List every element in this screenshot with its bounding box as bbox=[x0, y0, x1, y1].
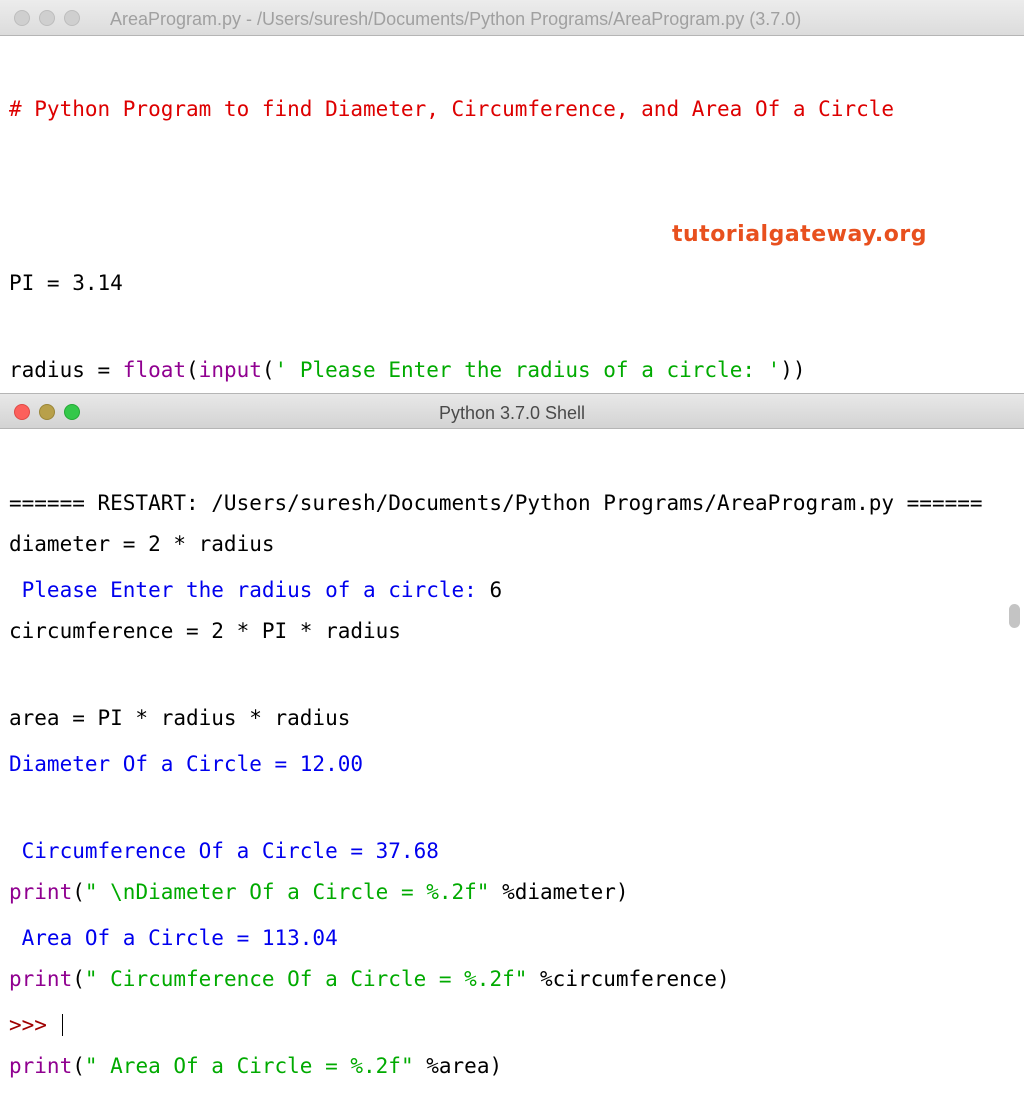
shell-window-controls bbox=[14, 404, 80, 420]
code-line-pi: PI = 3.14 bbox=[9, 271, 123, 295]
output-blank-line bbox=[9, 663, 983, 692]
output-circumference: Circumference Of a Circle = 37.68 bbox=[9, 839, 439, 863]
watermark-logo: tutorialgateway.org bbox=[672, 222, 928, 247]
editor-window-controls bbox=[14, 10, 80, 26]
editor-window-title: AreaProgram.py - /Users/suresh/Documents… bbox=[110, 9, 802, 29]
text-cursor bbox=[61, 1014, 63, 1036]
close-button[interactable] bbox=[14, 404, 30, 420]
editor-titlebar: AreaProgram.py - /Users/suresh/Documents… bbox=[0, 0, 1024, 36]
output-diameter: Diameter Of a Circle = 12.00 bbox=[9, 752, 364, 776]
minimize-button[interactable] bbox=[39, 404, 55, 420]
code-text: ( bbox=[261, 358, 275, 382]
code-line-comment: # Python Program to find Diameter, Circu… bbox=[9, 97, 895, 121]
close-button[interactable] bbox=[14, 10, 30, 26]
builtin-input: input bbox=[198, 358, 262, 382]
repl-prompt: >>> bbox=[9, 1013, 60, 1037]
restart-banner: ====== RESTART: /Users/suresh/Documents/… bbox=[9, 491, 983, 515]
user-input-value: 6 bbox=[489, 578, 503, 602]
output-area: Area Of a Circle = 113.04 bbox=[9, 926, 338, 950]
minimize-button[interactable] bbox=[39, 10, 55, 26]
shell-titlebar: Python 3.7.0 Shell bbox=[0, 393, 1024, 429]
code-line-radius: radius = float(input(' Please Enter the … bbox=[9, 356, 894, 385]
code-text: radius = bbox=[9, 358, 123, 382]
shell-scrollbar[interactable] bbox=[1009, 604, 1020, 628]
string-literal: ' Please Enter the radius of a circle: ' bbox=[274, 358, 781, 382]
code-text: )) bbox=[780, 358, 806, 382]
input-prompt: Please Enter the radius of a circle: bbox=[9, 578, 490, 602]
shell-window-title: Python 3.7.0 Shell bbox=[438, 403, 586, 423]
repl-line[interactable]: >>> bbox=[9, 1011, 983, 1040]
maximize-button[interactable] bbox=[64, 10, 80, 26]
shell-output[interactable]: ====== RESTART: /Users/suresh/Documents/… bbox=[9, 431, 983, 1069]
input-prompt-line: Please Enter the radius of a circle: 6 bbox=[9, 576, 983, 605]
builtin-float: float bbox=[122, 358, 187, 382]
maximize-button[interactable] bbox=[64, 404, 80, 420]
code-text: ( bbox=[186, 358, 199, 382]
